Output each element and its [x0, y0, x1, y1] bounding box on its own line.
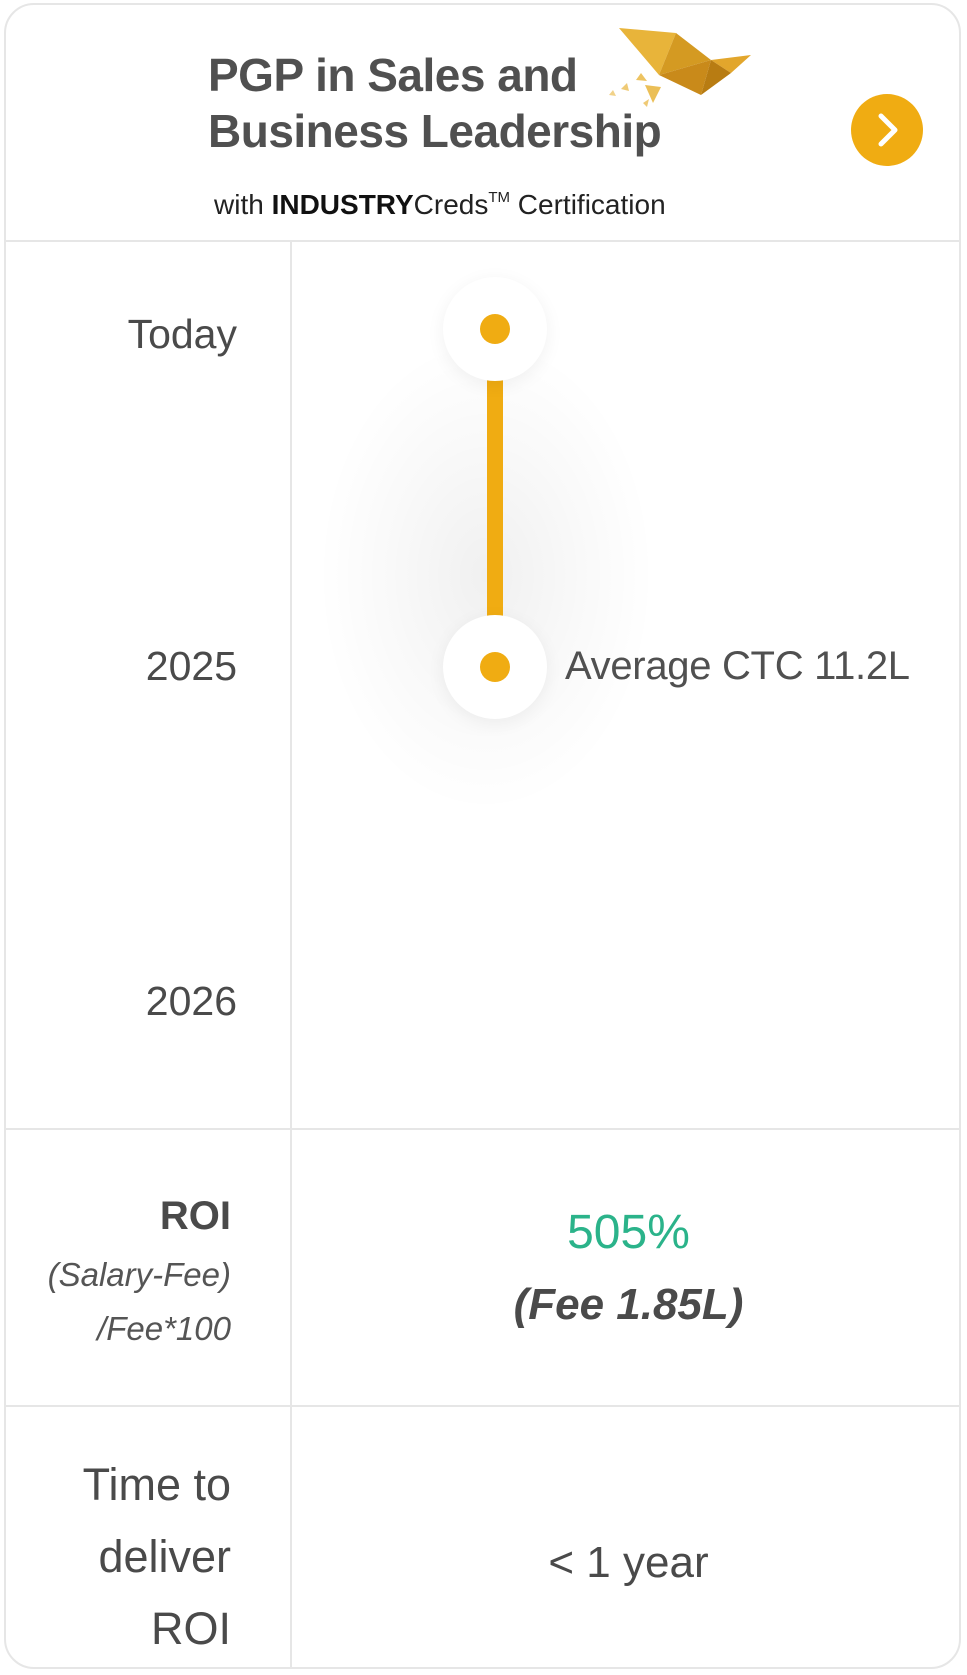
row-divider	[6, 1128, 959, 1130]
roi-formula-line1: (Salary-Fee)	[47, 1256, 231, 1293]
time-to-roi-value: < 1 year	[548, 1538, 709, 1587]
column-divider	[290, 242, 292, 1667]
average-ctc-label: Average CTC 11.2L	[565, 644, 910, 688]
roi-fee: (Fee 1.85L)	[513, 1280, 744, 1329]
origami-bird-icon	[609, 28, 751, 107]
card-header: PGP in Sales and Business Leadership wit…	[6, 5, 959, 242]
roi-formula-line2: /Fee*100	[97, 1310, 231, 1347]
certification-subtitle: with INDUSTRYCredsTM Certification	[214, 189, 666, 220]
time-to-roi-label: Time to deliver ROI	[82, 1459, 231, 1654]
timeline-label-2025: 2025	[145, 643, 237, 689]
roi-value: 505%	[567, 1206, 690, 1259]
roi-formula: (Salary-Fee) /Fee*100	[48, 1248, 231, 1356]
timeline-label-today: Today	[127, 311, 237, 357]
timeline-dot-2025	[443, 615, 547, 719]
roi-label: ROI	[159, 1194, 231, 1238]
row-divider	[6, 1405, 959, 1407]
timeline-label-2026: 2026	[145, 978, 237, 1024]
trademark-mark: TM	[488, 189, 511, 206]
timeline-connector	[487, 380, 503, 618]
timeline-dot-today	[443, 277, 547, 381]
next-button[interactable]	[851, 94, 923, 166]
chevron-right-icon	[878, 113, 898, 147]
timeline-glow	[316, 335, 656, 815]
industry-brand: INDUSTRY	[271, 189, 414, 220]
timeline-dot-marker	[480, 314, 510, 344]
timeline-dot-marker	[480, 652, 510, 682]
program-card: PGP in Sales and Business Leadership wit…	[4, 3, 961, 1669]
